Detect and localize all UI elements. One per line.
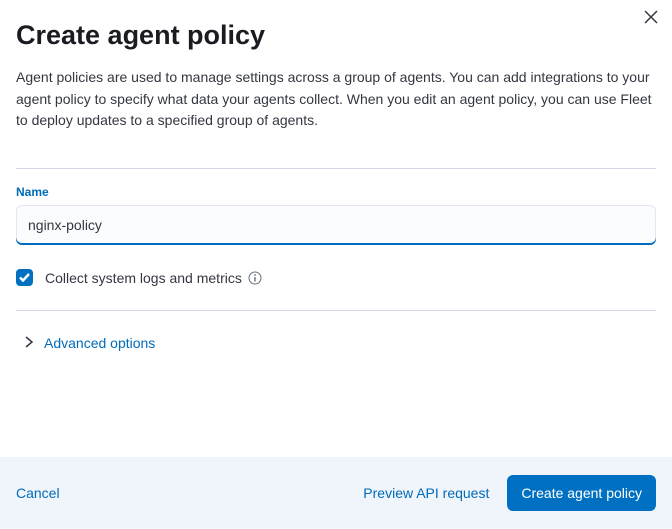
advanced-options-toggle[interactable]: Advanced options — [16, 331, 163, 355]
preview-api-button[interactable]: Preview API request — [363, 485, 489, 501]
collect-checkbox[interactable] — [16, 269, 33, 286]
close-icon — [644, 12, 658, 27]
name-field-label: Name — [16, 185, 656, 199]
check-icon — [19, 270, 30, 285]
create-agent-policy-button[interactable]: Create agent policy — [507, 475, 656, 511]
name-input[interactable] — [16, 205, 656, 245]
divider — [16, 168, 656, 169]
collect-checkbox-text: Collect system logs and metrics — [45, 270, 242, 286]
close-button[interactable] — [640, 6, 662, 31]
collect-checkbox-label: Collect system logs and metrics — [45, 270, 262, 286]
advanced-options-label: Advanced options — [44, 335, 155, 351]
page-title: Create agent policy — [16, 20, 656, 51]
chevron-right-icon — [24, 336, 34, 351]
divider — [16, 310, 656, 311]
modal-footer: Cancel Preview API request Create agent … — [0, 457, 672, 529]
info-icon[interactable] — [248, 271, 262, 285]
cancel-button[interactable]: Cancel — [16, 485, 60, 501]
page-description: Agent policies are used to manage settin… — [16, 67, 656, 132]
